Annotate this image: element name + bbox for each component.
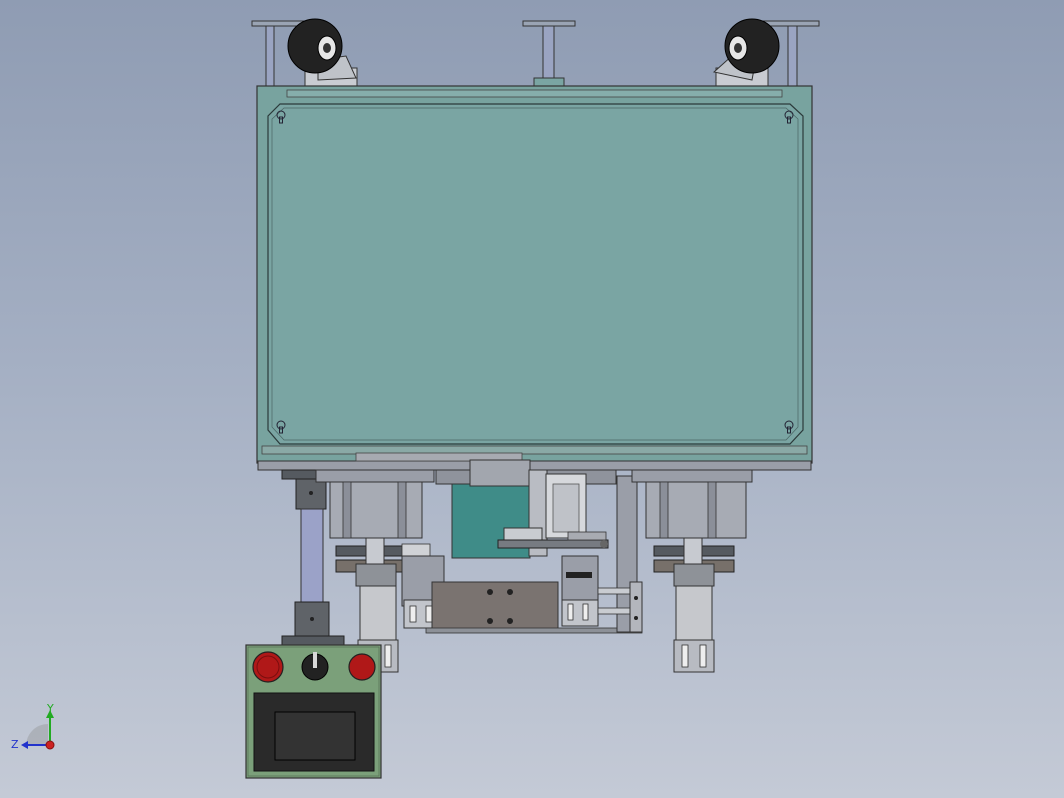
start-button[interactable]	[348, 653, 376, 681]
caster-wheel-icon	[287, 18, 358, 87]
caster-wheel-icon	[712, 18, 780, 87]
triad-y-label: Y	[46, 702, 54, 715]
base-plate	[257, 460, 812, 471]
main-enclosure[interactable]	[256, 85, 813, 464]
triad-z-label: Z	[11, 738, 19, 751]
right-cylinder-module	[631, 469, 753, 673]
center-drive-housing	[435, 459, 617, 559]
assembly-drawing: Y Z	[11, 18, 820, 779]
cad-graphics-viewport[interactable]: Y Z	[0, 0, 1064, 798]
enclosure-panel	[267, 103, 804, 445]
hmi-screen[interactable]	[274, 711, 356, 761]
emergency-stop-icon[interactable]	[252, 651, 284, 683]
operator-control-box[interactable]	[245, 644, 382, 779]
top-leveling-foot-center	[522, 20, 576, 95]
view-triad-icon: Y Z	[11, 702, 55, 751]
